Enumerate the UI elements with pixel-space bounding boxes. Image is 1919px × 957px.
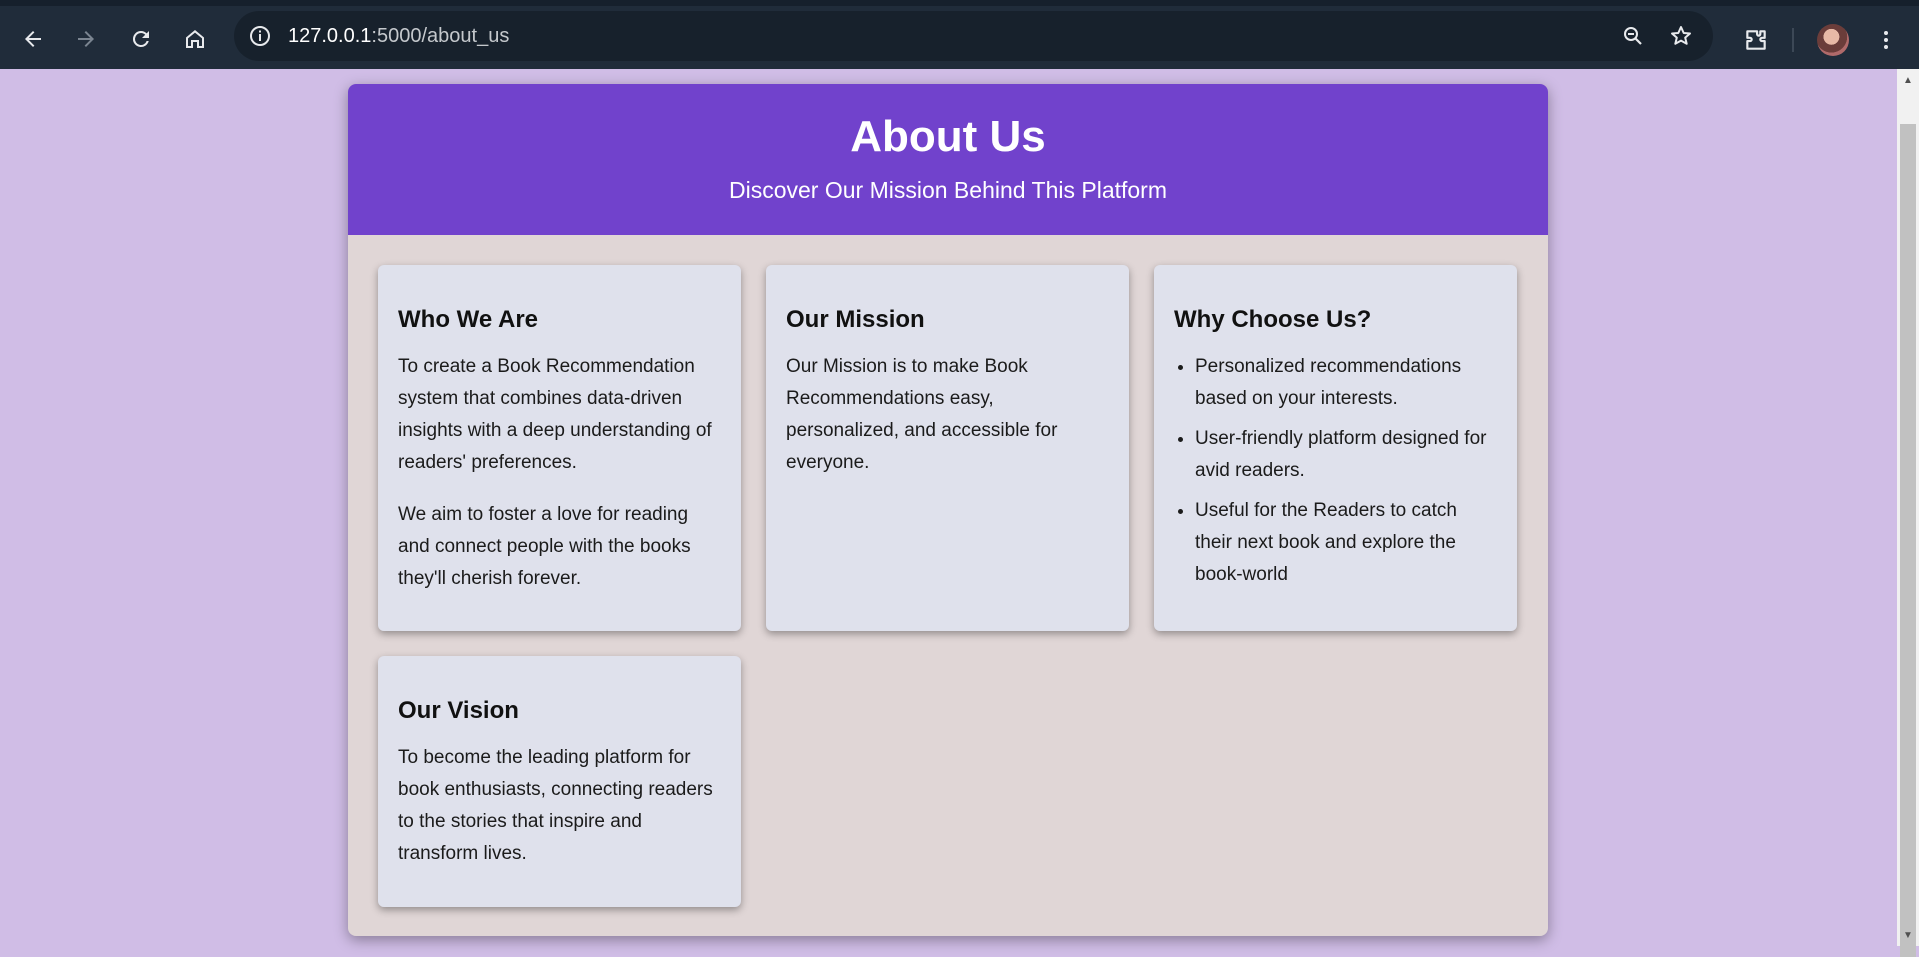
puzzle-icon[interactable] bbox=[1738, 22, 1774, 58]
home-icon bbox=[186, 30, 204, 48]
card-title: Our Vision bbox=[398, 697, 519, 724]
info-icon[interactable] bbox=[246, 22, 274, 50]
kebab-menu-icon[interactable] bbox=[1872, 24, 1900, 56]
card-title: Who We Are bbox=[398, 306, 539, 333]
hero-banner: About Us Discover Our Mission Behind Thi… bbox=[348, 84, 1548, 235]
browser-toolbar: 127.0.0.1:5000/about_us bbox=[0, 0, 1919, 69]
card-text: To become the leading platform for book … bbox=[398, 746, 713, 864]
url-host: 127.0.0.1 bbox=[288, 24, 372, 47]
card-text: We aim to foster a love for reading and … bbox=[398, 503, 691, 589]
address-bar[interactable]: 127.0.0.1:5000/about_us bbox=[234, 11, 1713, 61]
page-title: About Us bbox=[850, 112, 1046, 161]
about-container: About Us Discover Our Mission Behind Thi… bbox=[348, 84, 1548, 936]
card-text: Our Mission is to make Book Recommendati… bbox=[786, 355, 1058, 473]
card-why-choose-us: Why Choose Us? Personalized recommendati… bbox=[1154, 265, 1517, 631]
back-button[interactable] bbox=[13, 19, 53, 59]
home-button[interactable] bbox=[175, 19, 215, 59]
toolbar-divider bbox=[1792, 28, 1794, 52]
card-who-we-are: Who We Are To create a Book Recommendati… bbox=[378, 265, 741, 631]
forward-button[interactable] bbox=[66, 19, 106, 59]
star-icon[interactable] bbox=[1665, 20, 1697, 52]
card-title: Why Choose Us? bbox=[1174, 306, 1372, 333]
reload-button[interactable] bbox=[121, 19, 161, 59]
card-text: To create a Book Recommendation system t… bbox=[398, 355, 712, 473]
scroll-thumb[interactable] bbox=[1900, 124, 1916, 957]
page-subtitle: Discover Our Mission Behind This Platfor… bbox=[729, 177, 1167, 203]
list-item: Personalized recommendations based on yo… bbox=[1195, 351, 1497, 415]
scroll-down-arrow-icon[interactable]: ▼ bbox=[1897, 924, 1919, 946]
scroll-up-arrow-icon[interactable]: ▲ bbox=[1897, 69, 1919, 91]
page-scrollbar[interactable]: ▲ ▼ bbox=[1897, 69, 1919, 957]
url-path: :5000/about_us bbox=[371, 24, 510, 47]
back-arrow-icon bbox=[25, 31, 41, 47]
card-our-vision: Our Vision To become the leading platfor… bbox=[378, 656, 741, 907]
card-our-mission: Our Mission Our Mission is to make Book … bbox=[766, 265, 1129, 631]
reload-icon bbox=[132, 30, 149, 47]
zoom-icon[interactable] bbox=[1617, 20, 1649, 52]
card-title: Our Mission bbox=[786, 306, 925, 333]
feature-list: Personalized recommendations based on yo… bbox=[1174, 351, 1497, 591]
cards-grid: Who We Are To create a Book Recommendati… bbox=[378, 265, 1518, 907]
list-item: User-friendly platform designed for avid… bbox=[1195, 423, 1497, 487]
url-text[interactable]: 127.0.0.1:5000/about_us bbox=[288, 25, 509, 48]
forward-arrow-icon bbox=[78, 31, 94, 47]
profile-avatar[interactable] bbox=[1817, 24, 1849, 56]
list-item: Useful for the Readers to catch their ne… bbox=[1195, 495, 1497, 591]
